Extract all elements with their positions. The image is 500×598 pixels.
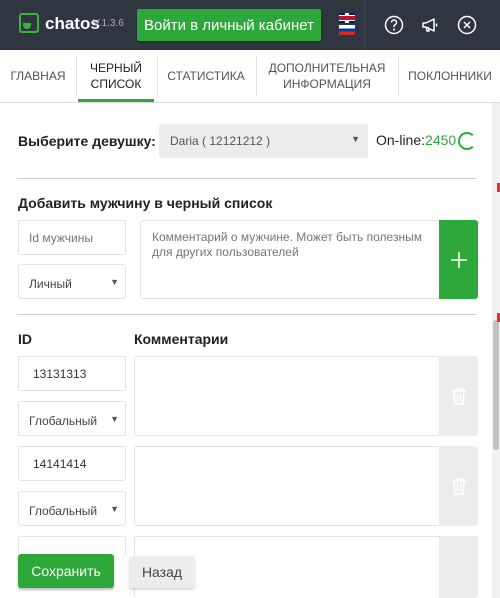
ru-flag-icon[interactable] [339,25,355,35]
row-comment-field[interactable] [134,446,440,526]
tab-additional-info[interactable]: ДОПОЛНИТЕЛЬНАЯ ИНФОРМАЦИЯ [258,50,396,102]
save-button[interactable]: Сохранить [18,554,114,588]
divider [17,178,476,179]
chevron-down-icon: ▼ [110,414,119,424]
trash-icon [451,478,466,495]
chevron-down-icon: ▼ [110,504,119,514]
language-switcher[interactable] [339,13,355,37]
row-id-field[interactable]: 13131313 [18,356,126,391]
divider [17,314,476,315]
tab-statistics[interactable]: СТАТИСТИКА [158,50,254,102]
select-girl-label: Выберите девушку: [18,133,156,149]
uk-flag-icon[interactable] [339,13,355,23]
tab-bar: ГЛАВНАЯ ЧЕРНЫЙ СПИСОК СТАТИСТИКА ДОПОЛНИ… [0,50,500,103]
online-label: On-line: [376,132,426,148]
man-id-input[interactable] [18,220,126,255]
logo-icon [19,13,39,33]
megaphone-icon[interactable] [420,15,440,35]
row-scope-value: Глобальный [29,504,98,518]
row-scope-value: Глобальный [29,414,98,428]
app-header: chatos V.1.3.6 Войти в личный кабинет [0,0,500,50]
row-id-field[interactable] [18,536,126,556]
list-type-select[interactable]: Личный ▼ [18,264,126,299]
login-button[interactable]: Войти в личный кабинет [137,9,321,41]
tab-separator [256,56,257,96]
girl-select[interactable]: Daria ( 12121212 ) ▼ [159,124,368,158]
row-scope-select[interactable]: Глобальный ▼ [18,491,126,526]
delete-row-button[interactable] [439,356,478,436]
tab-main[interactable]: ГЛАВНАЯ [0,50,76,102]
plus-icon [450,251,467,268]
online-status: On-line:2450 [376,132,456,148]
online-count: 2450 [425,132,457,148]
add-section-title: Добавить мужчину в черный список [18,195,273,211]
delete-row-button[interactable] [439,446,478,526]
delete-row-button[interactable] [439,536,478,598]
help-icon[interactable] [384,15,404,35]
list-type-value: Личный [29,277,72,291]
add-button[interactable] [439,220,478,299]
back-button[interactable]: Назад [129,556,195,588]
comment-textarea[interactable] [140,220,440,299]
chevron-down-icon: ▼ [110,277,119,287]
row-comment-field[interactable] [134,356,440,436]
scrollbar[interactable] [492,103,500,598]
row-id-field[interactable]: 14141414 [18,446,126,481]
header-divider [364,0,365,50]
version-label: V.1.3.6 [93,18,124,29]
scrollbar-thumb[interactable] [493,320,499,450]
tab-separator [398,56,399,96]
tab-admirers[interactable]: ПОКЛОННИКИ [400,50,500,102]
trash-icon [451,388,466,405]
logo-text: chatos [45,14,100,33]
close-icon[interactable] [457,15,477,35]
tab-blacklist[interactable]: ЧЕРНЫЙ СПИСОК [78,50,154,102]
loading-spinner-icon [458,132,476,150]
column-header-id: ID [18,331,32,347]
chevron-down-icon: ▼ [351,134,360,144]
girl-select-value: Daria ( 12121212 ) [170,134,271,148]
column-header-comments: Комментарии [134,331,229,347]
row-scope-select[interactable]: Глобальный ▼ [18,401,126,436]
tab-separator [76,56,77,96]
